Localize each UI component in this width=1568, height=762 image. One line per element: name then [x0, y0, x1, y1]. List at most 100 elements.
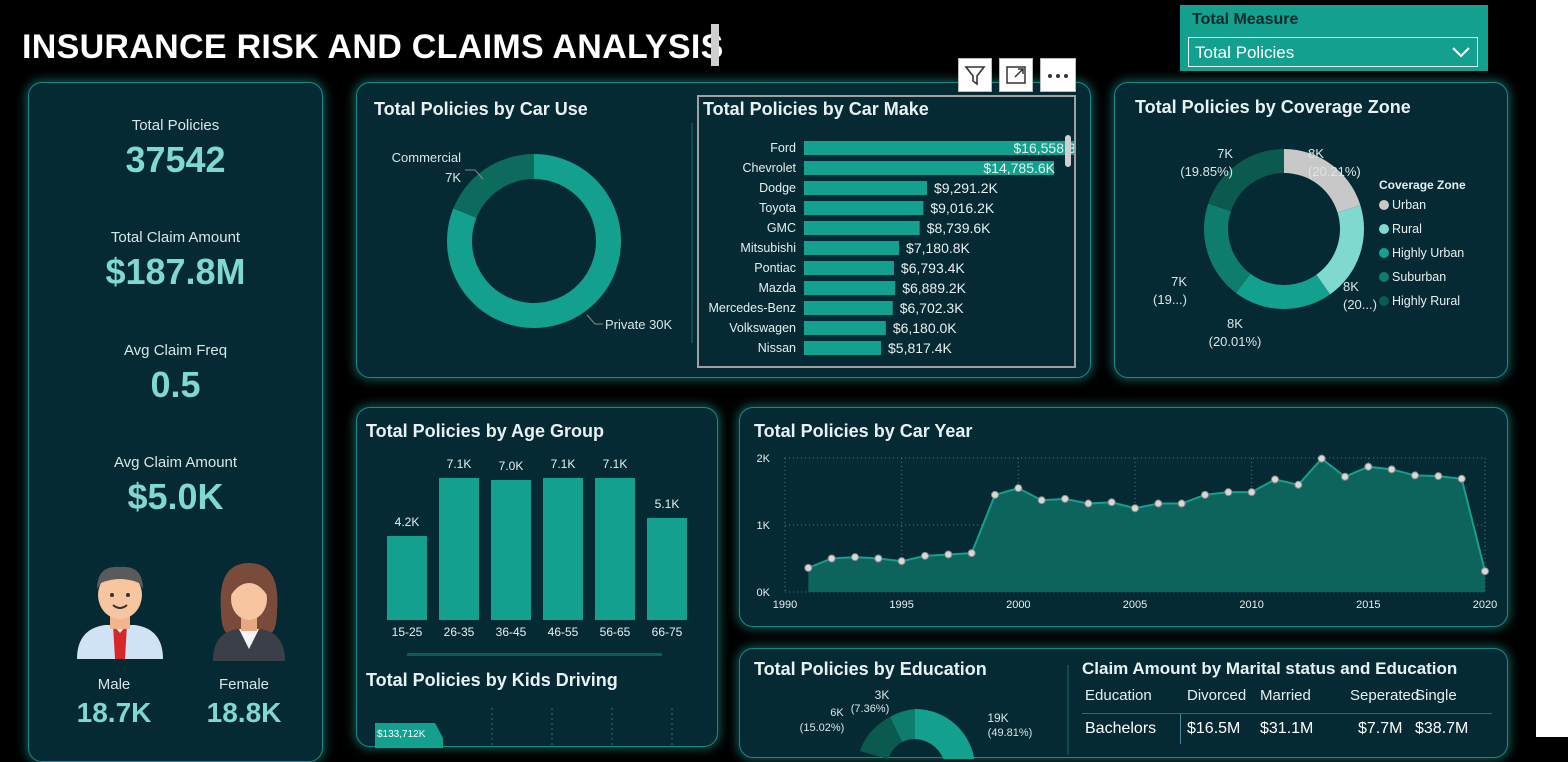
data-point — [1364, 462, 1373, 471]
category-label: Volkswagen — [729, 321, 796, 335]
data-point — [1411, 471, 1419, 480]
category-label: 66-75 — [652, 625, 683, 639]
bar — [387, 536, 427, 620]
avg-claim-amount-value: $5.0K — [127, 476, 224, 517]
kids-driving-bar-chart[interactable]: $133,712K — [357, 703, 717, 748]
more-options-button[interactable] — [1040, 58, 1076, 92]
bar — [491, 480, 531, 620]
age-group-bar-chart[interactable]: 4.2K 15-25 7.1K 26-35 7.0K 36-45 7.1K 46-55 7.1K… — [357, 448, 717, 658]
slice-percent-label: (49.81%) — [988, 727, 1033, 739]
filter-button[interactable] — [958, 58, 992, 92]
total-policies-label: Total Policies — [131, 117, 220, 134]
category-label: Ford — [770, 141, 796, 155]
total-claim-value: $187.8M — [105, 251, 246, 292]
scrollbar-thumb[interactable] — [1065, 135, 1071, 167]
legend-item: Urban — [1392, 198, 1426, 212]
car-use-donut-chart[interactable]: Commercial 7K Private 30K — [357, 123, 692, 373]
slicer-dropdown[interactable]: Total Policies — [1188, 37, 1478, 67]
column-header: Divorced — [1187, 687, 1247, 704]
data-point — [1084, 499, 1093, 508]
data-point — [1107, 498, 1116, 507]
data-point — [921, 551, 929, 560]
legend-item: Suburban — [1392, 270, 1446, 284]
x-tick-label: 2000 — [1006, 599, 1030, 611]
legend-marker — [1379, 224, 1389, 234]
data-label: 7.1K — [603, 457, 628, 471]
bar — [804, 201, 924, 215]
slice-label: 8K — [1227, 316, 1243, 331]
data-label: $9,291.2K — [934, 180, 998, 196]
expand-icon — [1006, 66, 1026, 84]
data-point — [874, 554, 883, 563]
legend-marker — [1379, 200, 1389, 210]
coverage-title: Total Policies by Coverage Zone — [1135, 97, 1411, 117]
data-label: $6,889.2K — [902, 280, 966, 296]
marital-title: Claim Amount by Marital status and Educa… — [1082, 659, 1458, 678]
data-point — [1341, 472, 1349, 481]
x-tick-label: 2015 — [1356, 599, 1380, 611]
data-label: 7.0K — [499, 459, 524, 473]
car-make-bar-chart[interactable]: Ford$16,558.3KChevrolet$14,785.6KDodge$9… — [699, 133, 1074, 363]
data-label: 7.1K — [447, 457, 472, 471]
slice-percent-label: (19.85%) — [1180, 164, 1233, 179]
data-point — [1387, 465, 1396, 474]
data-point — [1177, 499, 1186, 508]
legend-marker — [1379, 296, 1389, 306]
filter-icon — [964, 66, 986, 86]
legend-title: Coverage Zone — [1379, 178, 1466, 192]
bar — [804, 181, 927, 195]
slicer-header: Total Measure — [1192, 11, 1299, 28]
column-header: Seperated — [1350, 687, 1420, 704]
data-point — [1457, 474, 1466, 483]
focus-mode-button[interactable] — [999, 58, 1033, 92]
data-label: $6,793.4K — [901, 260, 965, 276]
slice-label: 19K — [987, 711, 1008, 725]
kpi-panel: Total Policies 37542 Total Claim Amount … — [28, 82, 323, 762]
data-point — [804, 563, 813, 572]
page-scrollbar[interactable] — [1536, 0, 1568, 737]
divider — [1067, 665, 1069, 755]
car-make-visual[interactable]: Total Policies by Car Make Ford$16,558.3… — [697, 95, 1076, 368]
data-point — [1014, 484, 1023, 493]
data-point — [1271, 475, 1279, 484]
table-divider — [1180, 714, 1181, 744]
total-measure-slicer[interactable]: Total Measure Total Policies — [1180, 5, 1488, 71]
car-year-title: Total Policies by Car Year — [754, 421, 973, 441]
data-point — [967, 549, 976, 558]
x-tick-label: 2005 — [1123, 599, 1147, 611]
data-label: $14,785.6K — [983, 160, 1055, 176]
slice-label: 8K — [1308, 146, 1324, 161]
table-cell: $7.7M — [1358, 720, 1403, 737]
kids-title: Total Policies by Kids Driving — [366, 670, 618, 690]
bar — [804, 321, 886, 335]
male-label: Male — [97, 676, 131, 693]
slice-label: 7K — [1217, 146, 1233, 161]
education-donut-chart[interactable]: 3K(7.36%) 6K (15.02%) 19K (49.81%) — [740, 679, 1060, 759]
data-label: $5,817.4K — [888, 340, 952, 356]
age-title: Total Policies by Age Group — [366, 421, 605, 441]
slice-label: 7K — [1171, 274, 1187, 289]
category-label: Chevrolet — [743, 161, 797, 175]
coverage-donut-chart[interactable]: 8K (20.21%) 8K (20...) 8K (20.01%) 7K (19...) 7K… — [1115, 123, 1507, 373]
category-label: Nissan — [758, 341, 796, 355]
data-point — [1481, 567, 1489, 576]
female-avatar-icon — [213, 563, 285, 661]
table-cell: $38.7M — [1415, 720, 1469, 737]
data-label: $9,016.2K — [930, 200, 994, 216]
category-label: 15-25 — [392, 625, 423, 639]
slice-label: Commercial — [392, 150, 461, 165]
education-title: Total Policies by Education — [754, 659, 987, 679]
female-value: 18.8K — [206, 697, 282, 728]
slice-percent-label: (15.02%) — [800, 722, 845, 734]
category-label: Dodge — [759, 181, 796, 195]
car-year-area-chart[interactable]: 0K 1K 2K 1990 1995 2000 2005 2010 2015 2020 — [740, 446, 1507, 626]
data-label: $6,180.0K — [893, 320, 957, 336]
slicer-value: Total Policies — [1195, 43, 1295, 62]
column-header: Married — [1260, 687, 1311, 704]
donut-slice — [1236, 273, 1331, 309]
slice-label: 7K — [445, 170, 461, 185]
bar — [804, 341, 882, 355]
category-label: 46-55 — [548, 625, 579, 639]
marital-table: Education Divorced Married Seperated Single … — [1082, 685, 1492, 744]
divider — [691, 123, 693, 343]
